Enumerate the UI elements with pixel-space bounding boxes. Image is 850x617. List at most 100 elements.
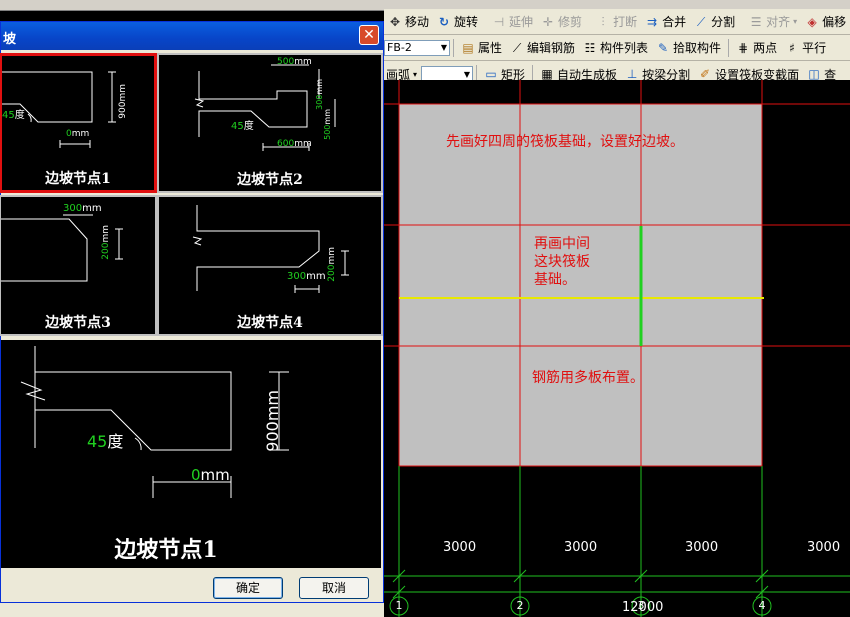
slope-node-4-caption: 边坡节点4 (237, 315, 303, 331)
trim-button[interactable]: ✛ 修剪 (537, 11, 586, 33)
toolbar-separator (728, 38, 730, 57)
dialog-title: 坡 (3, 32, 17, 47)
node2-bottom: 600 (277, 139, 295, 149)
slope-node-dialog: 坡 ✕ 900mm 45度 0mm 边坡节点1 500mm 300mm 500m… (0, 21, 384, 603)
auto-generate-icon: ▦ (541, 67, 553, 81)
node4-width: 300 (287, 271, 307, 282)
preview-offset-unit: mm (200, 466, 230, 484)
slope-node-preview: 900mm 45度 0mm 边坡节点1 (1, 340, 381, 568)
node2-bottom-unit: mm (294, 139, 312, 149)
edit-rebar-button[interactable]: ⟋ 编辑钢筋 (506, 37, 579, 59)
dialog-titlebar[interactable]: 坡 ✕ (1, 22, 383, 50)
rotate-button[interactable]: ↻ 旋转 (433, 11, 482, 33)
dimension-label: 3000 (685, 540, 719, 555)
trim-icon: ✛ (543, 14, 554, 29)
component-list-icon: ☷ (584, 40, 596, 55)
merge-button[interactable]: ⇉ 合并 (641, 11, 690, 33)
left-panel-strip (0, 603, 384, 617)
move-icon: ✥ (389, 14, 401, 29)
preview-angle-unit: 度 (107, 432, 124, 451)
properties-button[interactable]: ▤ 属性 (457, 37, 506, 59)
preview-caption: 边坡节点1 (114, 537, 218, 563)
preview-offset: 0 (191, 466, 201, 484)
pick-component-button[interactable]: ✎ 拾取构件 (652, 37, 725, 59)
chevron-down-icon: ▼ (440, 43, 447, 52)
chevron-down-icon: ▾ (413, 69, 418, 79)
note-bottom: 钢筋用多板布置。 (532, 370, 644, 386)
parallel-button[interactable]: ♯ 平行 (781, 37, 830, 59)
extend-button[interactable]: ⊣ 延伸 (488, 11, 537, 33)
node1-angle: 45 (2, 110, 15, 121)
split-icon: ⟋ (696, 14, 706, 29)
preview-angle: 45 (87, 432, 108, 451)
node2-top: 500 (277, 57, 295, 67)
component-combo[interactable]: FB-2 ▼ (384, 39, 450, 56)
node2-h2-unit: mm (323, 109, 332, 125)
node4-height-unit: mm (327, 247, 337, 265)
dimension-label: 3000 (807, 540, 841, 555)
rotate-icon: ↻ (438, 14, 450, 29)
slope-node-2-caption: 边坡节点2 (237, 172, 303, 188)
offset-icon: ◈ (807, 14, 817, 29)
edit-rebar-icon: ⟋ (512, 40, 522, 55)
note-top: 先画好四周的筏板基础，设置好边坡。 (446, 134, 684, 150)
node3-width-unit: mm (82, 203, 102, 214)
node1-angle-unit: 度 (14, 110, 25, 121)
chevron-down-icon: ▾ (793, 17, 798, 26)
node2-h2: 500 (323, 124, 332, 140)
node4-width-unit: mm (306, 271, 326, 282)
dimension-label: 3000 (443, 540, 477, 555)
component-toolbar: FB-2 ▼ ▤ 属性 ⟋ 编辑钢筋 ☷ 构件列表 ✎ 拾取构件 ⋕ 两点 ♯ 平行 (384, 35, 850, 61)
parallel-icon: ♯ (789, 40, 795, 55)
slope-node-1-tile[interactable]: 900mm 45度 0mm 边坡节点1 (0, 53, 157, 193)
axis-label: 3 (637, 599, 645, 612)
node3-height: 200 (101, 242, 111, 260)
align-icon: ☰ (750, 14, 762, 29)
two-point-button[interactable]: ⋕ 两点 (732, 37, 781, 59)
close-button[interactable]: ✕ (359, 25, 379, 45)
dimension-label: 3000 (564, 540, 598, 555)
pick-component-icon: ✎ (658, 40, 669, 55)
slope-node-3-caption: 边坡节点3 (45, 315, 111, 331)
offset-button[interactable]: ◈ 偏移 (801, 11, 850, 33)
ok-button[interactable]: 确定 (213, 577, 283, 599)
preview-height-unit: mm (263, 390, 282, 422)
node2-h1: 300 (315, 94, 324, 110)
node3-width: 300 (63, 203, 83, 214)
node1-height-unit: mm (118, 84, 128, 102)
merge-icon: ⇉ (647, 14, 658, 29)
align-button[interactable]: ☰ 对齐 ▾ (745, 11, 801, 33)
node1-height: 900 (118, 101, 128, 119)
set-section-icon: ✐ (700, 67, 711, 81)
slope-node-3-tile[interactable]: 300mm 200mm 边坡节点3 (0, 195, 157, 336)
break-icon: ⫶ (601, 14, 605, 29)
node2-h1-unit: mm (315, 79, 324, 95)
break-button[interactable]: ⫶ 打断 (592, 11, 641, 33)
properties-icon: ▤ (462, 40, 474, 55)
cancel-button[interactable]: 取消 (299, 577, 369, 599)
edit-toolbar: ✥ 移动 ↻ 旋转 ⊣ 延伸 ✛ 修剪 ⫶ 打断 ⇉ 合并 ⟋ 分割 ☰ 对齐 ▾ ◈ 偏移 (384, 9, 850, 35)
canvas-drawing (384, 80, 850, 617)
chevron-down-icon: ▼ (463, 69, 471, 79)
component-list-button[interactable]: ☷ 构件列表 (579, 37, 652, 59)
node1-offset-unit: mm (71, 129, 90, 139)
extend-icon: ⊣ (493, 14, 505, 29)
drawing-canvas[interactable]: 先画好四周的筏板基础，设置好边坡。 再画中间 这块筏板 基础。 钢筋用多板布置。… (384, 80, 850, 617)
slope-node-4-tile[interactable]: 300mm 200mm 边坡节点4 (157, 195, 383, 336)
node3-height-unit: mm (101, 225, 111, 243)
node2-angle-unit: 度 (243, 121, 254, 132)
axis-label: 4 (758, 599, 766, 612)
node2-angle: 45 (231, 121, 244, 132)
note-middle: 再画中间 这块筏板 基础。 (534, 236, 590, 288)
slope-node-2-tile[interactable]: 500mm 300mm 500mm 45度 600mm 边坡节点2 (157, 53, 383, 193)
toolbar-separator (453, 38, 454, 57)
split-by-beam-icon: ⊥ (626, 67, 638, 81)
close-icon: ✕ (363, 27, 375, 43)
split-button[interactable]: ⟋ 分割 (690, 11, 739, 33)
rectangle-icon: ▭ (485, 67, 497, 81)
slope-node-1-caption: 边坡节点1 (45, 171, 111, 187)
axis-label: 1 (395, 599, 403, 612)
check-icon: ◫ (808, 67, 820, 81)
two-point-icon: ⋕ (738, 40, 749, 55)
move-button[interactable]: ✥ 移动 (384, 11, 433, 33)
